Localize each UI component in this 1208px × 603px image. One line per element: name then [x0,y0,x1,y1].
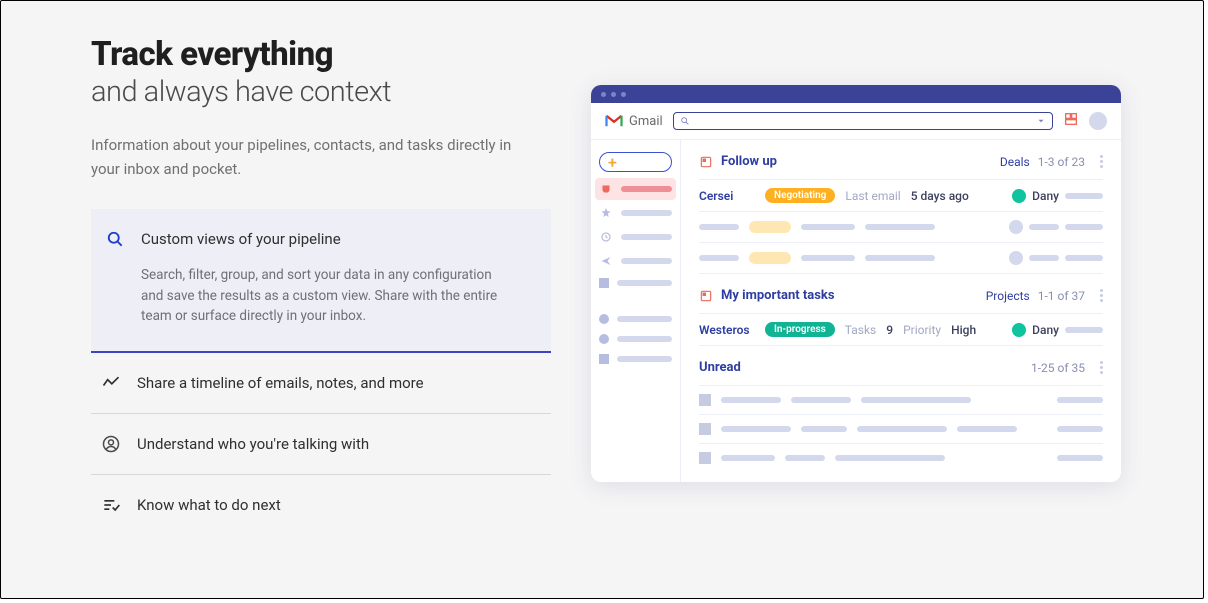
section-scope: Deals [1000,155,1030,169]
checkbox-icon [699,423,711,435]
assignee-name: Dany [1032,189,1059,203]
view-grid-icon[interactable] [1063,111,1079,131]
more-icon[interactable] [1099,155,1103,168]
headline: Track everything [91,35,551,75]
mail-row-skeleton [699,415,1103,444]
checkbox-icon [699,394,711,406]
inbox-icon [599,182,613,196]
pinned-view-icon [699,155,713,169]
lede-paragraph: Information about your pipelines, contac… [91,133,531,181]
compose-button[interactable]: + [599,152,672,172]
feature-timeline-title: Share a timeline of emails, notes, and m… [137,374,424,392]
field-value: High [951,323,976,337]
pinned-view-icon [699,289,713,303]
section-head-tasks: My important tasks Projects 1-1 of 37 [699,274,1103,314]
assignee-avatar [1012,323,1026,337]
traffic-light-dot [621,92,626,97]
mail-row-skeleton [699,386,1103,415]
traffic-light-dot [601,92,606,97]
marketing-column: Track everything and always have context… [91,35,551,564]
header-actions [1063,111,1107,131]
project-name: Westeros [699,323,755,337]
square-icon [599,278,609,288]
gmail-logo[interactable]: Gmail [605,114,663,129]
status-badge: In-progress [765,322,835,337]
field-value: 9 [886,323,893,337]
search-icon [680,116,690,126]
bullet-icon [599,334,609,344]
deal-row[interactable]: Cersei Negotiating Last email 5 days ago… [699,180,1103,212]
more-icon[interactable] [1099,361,1103,374]
feature-todo[interactable]: Know what to do next [91,475,551,535]
feature-understand-title: Understand who you're talking with [137,435,369,453]
subheadline: and always have context [91,75,551,109]
person-circle-icon [101,434,121,454]
gmail-label: Gmail [629,114,663,129]
feature-todo-title: Know what to do next [137,496,281,514]
feature-timeline[interactable]: Share a timeline of emails, notes, and m… [91,353,551,414]
app-preview-card: Gmail + [591,85,1121,482]
mail-row-skeleton [699,444,1103,472]
content-pane: Follow up Deals 1-3 of 23 Cersei Negotia… [681,140,1121,482]
field-label: Last email [845,189,900,203]
app-header: Gmail [591,103,1121,140]
field-label: Tasks [845,323,877,337]
square-icon [599,354,609,364]
star-icon [599,206,613,220]
sidebar-item[interactable] [599,354,672,364]
page-root: Track everything and always have context… [0,0,1204,599]
sidebar-item[interactable] [599,314,672,324]
section-title: Follow up [721,154,777,169]
feature-pipeline-title: Custom views of your pipeline [141,230,341,248]
deal-row-skeleton [699,243,1103,274]
field-label: Priority [903,323,941,337]
sidebar-item[interactable] [599,334,672,344]
send-icon [599,254,613,268]
checklist-icon [101,495,121,515]
sidebar-item[interactable] [599,278,672,288]
section-head-followup: Follow up Deals 1-3 of 23 [699,150,1103,180]
search-icon [105,229,125,249]
sidebar-item-inbox[interactable] [595,178,676,200]
section-head-unread: Unread 1-25 of 35 [699,346,1103,386]
deal-name: Cersei [699,189,755,203]
section-range: 1-3 of 23 [1038,155,1085,169]
traffic-light-dot [611,92,616,97]
field-value: 5 days ago [911,189,969,203]
feature-list: Custom views of your pipeline Search, fi… [91,209,551,536]
bullet-icon [599,314,609,324]
search-input[interactable] [673,112,1053,130]
sidebar-item-starred[interactable] [599,206,672,220]
sidebar-item-snoozed[interactable] [599,230,672,244]
gmail-m-icon [605,114,623,128]
clock-icon [599,230,613,244]
user-avatar[interactable] [1089,112,1107,130]
section-title: Unread [699,360,741,375]
app-body: + [591,140,1121,482]
assignee-avatar [1012,189,1026,203]
checkbox-icon [699,452,711,464]
window-titlebar [591,85,1121,103]
sidebar: + [591,140,681,482]
timeline-icon [101,373,121,393]
feature-understand[interactable]: Understand who you're talking with [91,414,551,475]
section-range: 1-1 of 37 [1038,289,1085,303]
section-range: 1-25 of 35 [1031,361,1085,375]
sidebar-item-sent[interactable] [599,254,672,268]
feature-pipeline-body: Search, filter, group, and sort your dat… [141,265,511,328]
assignee-name: Dany [1032,323,1059,337]
section-scope: Projects [986,289,1030,303]
more-icon[interactable] [1099,289,1103,302]
task-row[interactable]: Westeros In-progress Tasks 9 Priority Hi… [699,314,1103,346]
deal-row-skeleton [699,212,1103,243]
status-badge: Negotiating [765,188,835,203]
chevron-down-icon [1036,116,1046,126]
feature-pipeline[interactable]: Custom views of your pipeline Search, fi… [91,209,551,354]
section-title: My important tasks [721,288,835,303]
